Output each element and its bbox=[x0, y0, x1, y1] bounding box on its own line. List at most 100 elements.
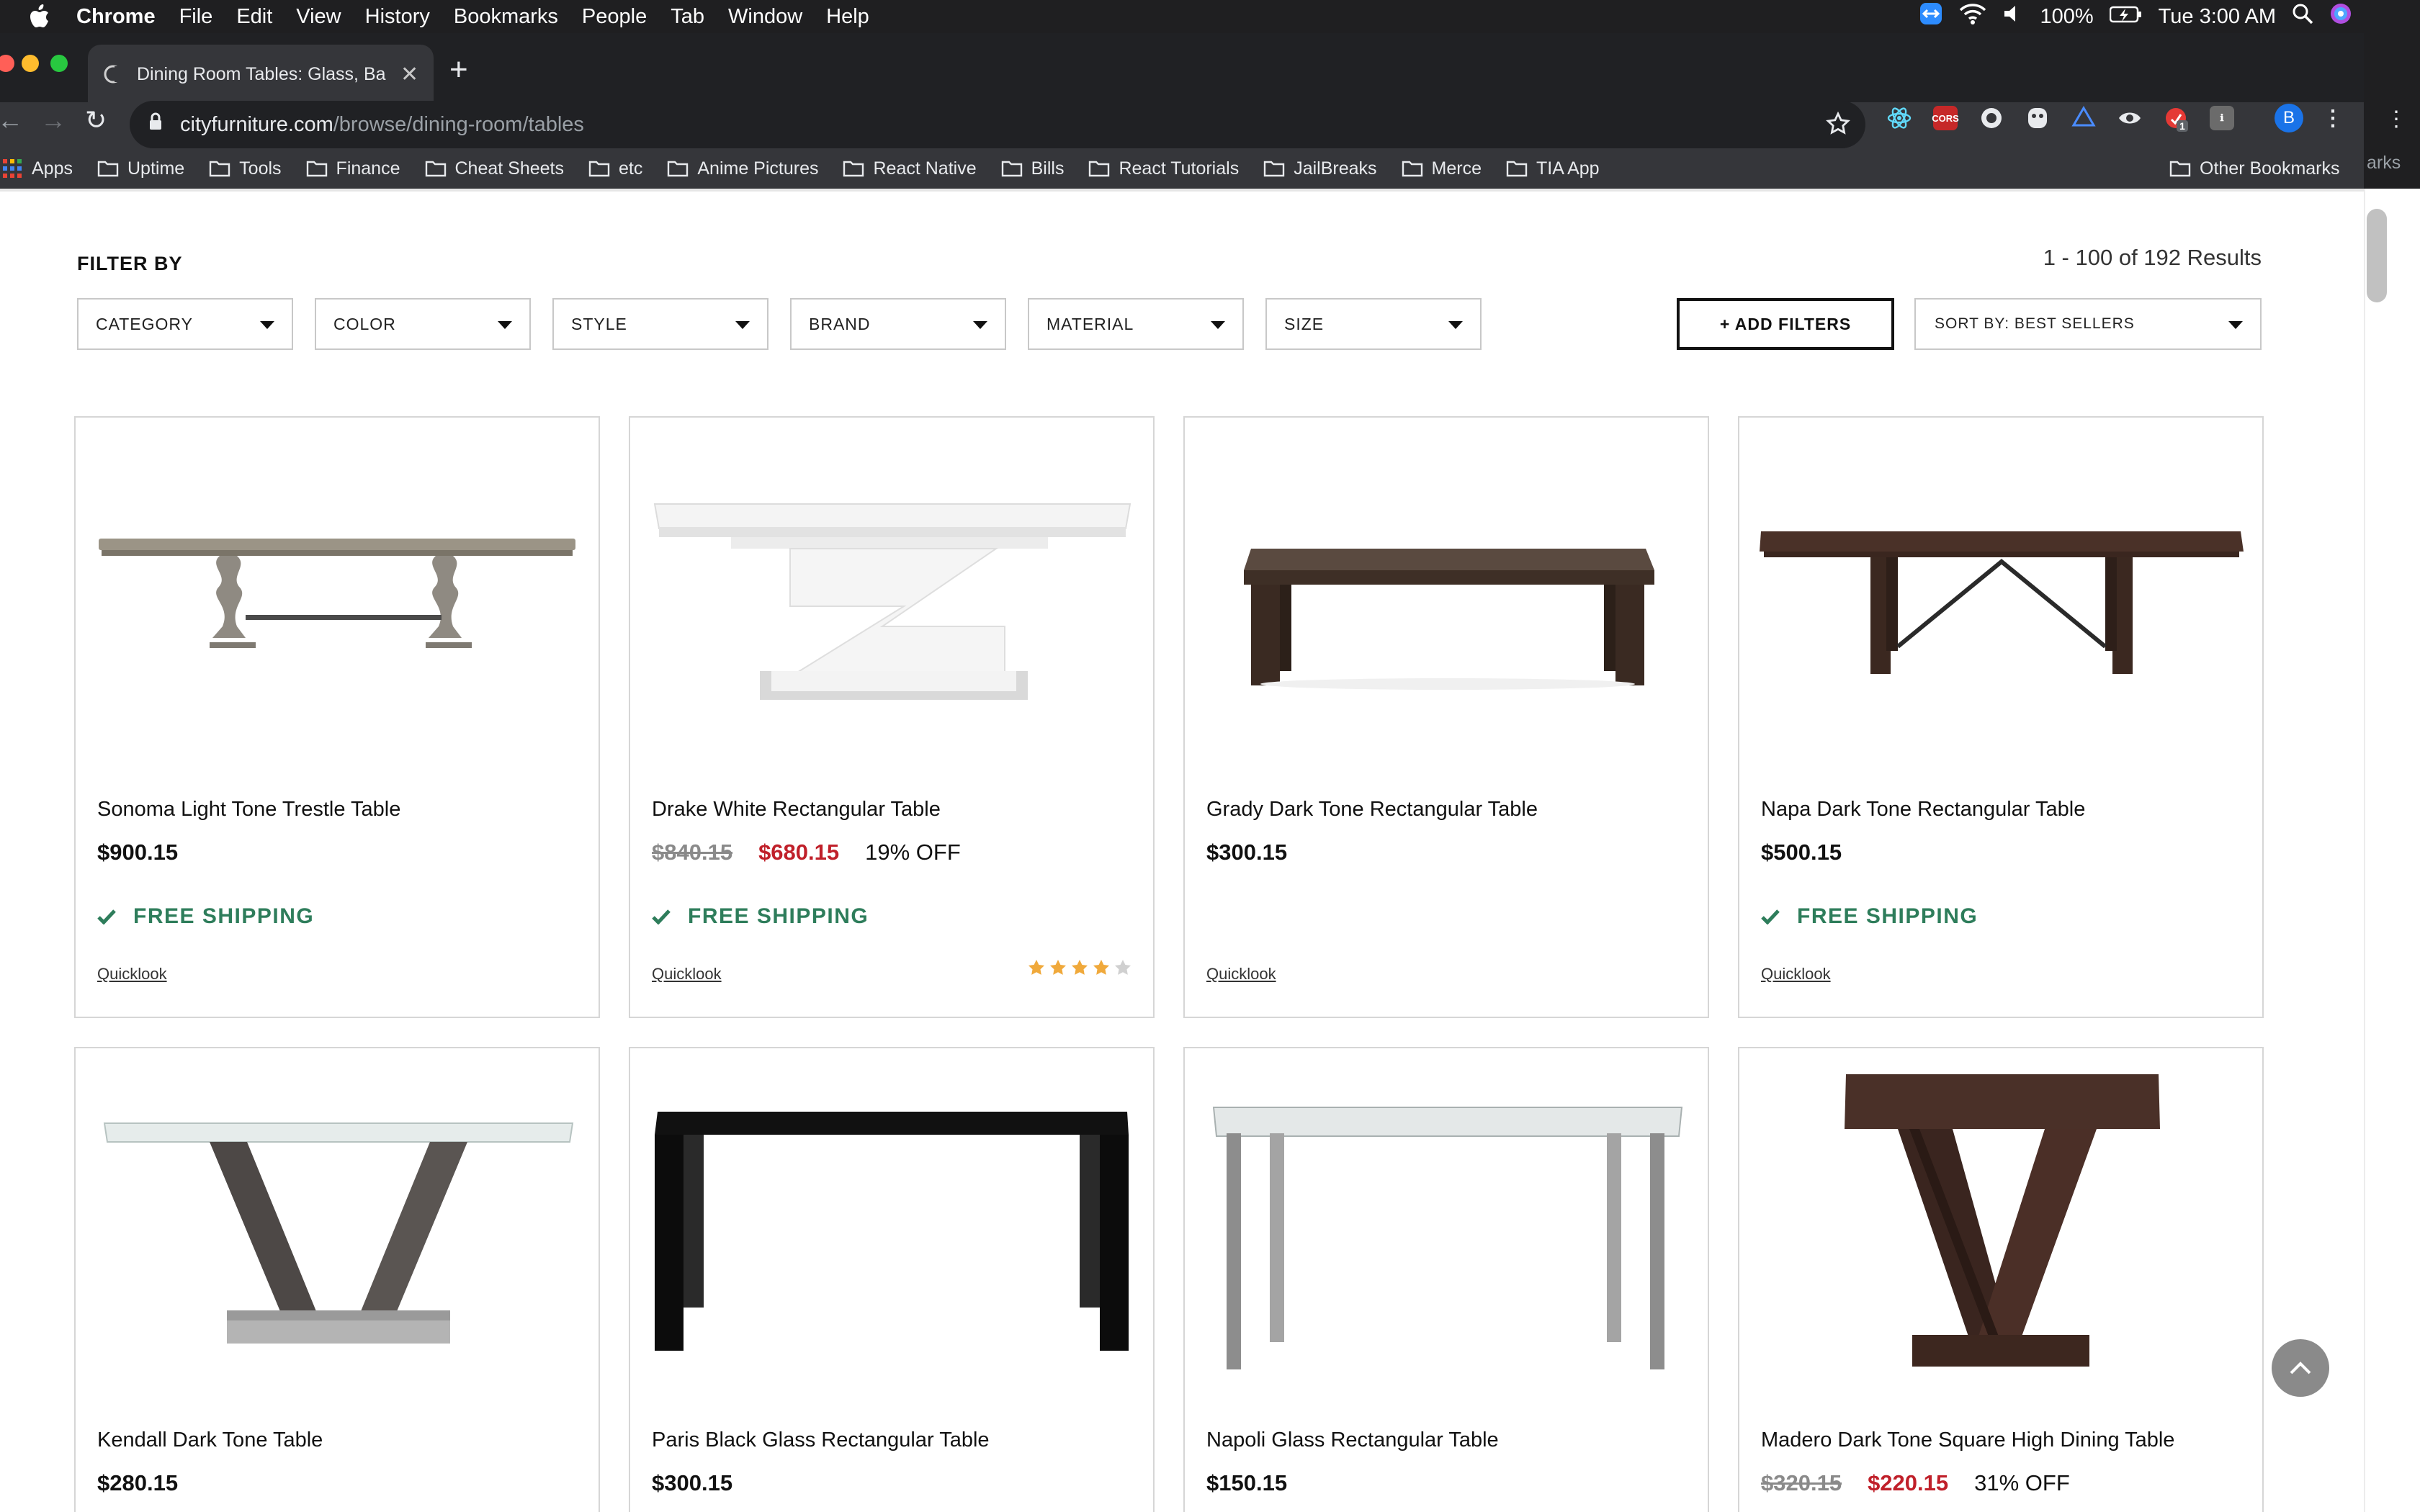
product-image[interactable] bbox=[1739, 418, 2262, 778]
product-card[interactable]: Drake White Rectangular Table $840.15 $6… bbox=[629, 416, 1155, 1018]
menu-history[interactable]: History bbox=[365, 5, 430, 29]
maximize-window-button[interactable] bbox=[50, 55, 68, 72]
bookmark-other-bookmarks[interactable]: Other Bookmarks bbox=[2169, 148, 2340, 189]
menu-help[interactable]: Help bbox=[826, 5, 869, 29]
chrome-menu-icon[interactable]: ⋮ bbox=[2321, 106, 2345, 130]
tab-close-icon[interactable]: ✕ bbox=[400, 62, 418, 87]
price-row: $150.15 bbox=[1206, 1470, 1287, 1496]
rating-stars[interactable] bbox=[1028, 959, 1131, 976]
product-name[interactable]: Kendall Dark Tone Table bbox=[97, 1428, 323, 1452]
product-card[interactable]: Paris Black Glass Rectangular Table $300… bbox=[629, 1047, 1155, 1512]
siri-icon[interactable] bbox=[2329, 2, 2352, 31]
bookmark-folder[interactable]: React Tutorials bbox=[1088, 158, 1239, 179]
scrollbar-thumb[interactable] bbox=[2367, 209, 2387, 302]
product-image[interactable] bbox=[1185, 1048, 1708, 1408]
product-card[interactable]: Madero Dark Tone Square High Dining Tabl… bbox=[1738, 1047, 2264, 1512]
filter-style-dropdown[interactable]: STYLE bbox=[552, 298, 768, 350]
bookmark-folder[interactable]: Tools bbox=[209, 158, 282, 179]
discount-label: 31% OFF bbox=[1974, 1470, 2070, 1495]
product-card[interactable]: Sonoma Light Tone Trestle Table $900.15 … bbox=[74, 416, 600, 1018]
bookmark-folder[interactable]: etc bbox=[588, 158, 642, 179]
bookmark-label: Merce bbox=[1431, 158, 1482, 179]
product-card[interactable]: Grady Dark Tone Rectangular Table $300.1… bbox=[1183, 416, 1709, 1018]
eye-extension-icon[interactable] bbox=[2118, 106, 2142, 130]
menu-tab[interactable]: Tab bbox=[671, 5, 704, 29]
bookmark-label: Cheat Sheets bbox=[454, 158, 565, 179]
tab-active[interactable]: Dining Room Tables: Glass, Ba ✕ bbox=[88, 45, 434, 104]
shield-extension-icon[interactable]: 1 bbox=[2164, 106, 2188, 132]
quicklook-link[interactable]: Quicklook bbox=[1761, 965, 1831, 984]
apple-icon[interactable] bbox=[29, 4, 50, 29]
minimize-window-button[interactable] bbox=[22, 55, 39, 72]
forward-icon[interactable]: → bbox=[40, 105, 66, 135]
quicklook-link[interactable]: Quicklook bbox=[97, 965, 167, 984]
wifi-icon[interactable] bbox=[1959, 3, 1986, 30]
menu-people[interactable]: People bbox=[582, 5, 647, 29]
product-price: $300.15 bbox=[1206, 840, 1288, 865]
add-filters-button[interactable]: + ADD FILTERS bbox=[1677, 298, 1894, 350]
product-name[interactable]: Paris Black Glass Rectangular Table bbox=[652, 1428, 990, 1452]
quicklook-link[interactable]: Quicklook bbox=[652, 965, 722, 984]
product-image[interactable] bbox=[1185, 418, 1708, 778]
bookmark-folder[interactable]: Anime Pictures bbox=[667, 158, 818, 179]
product-name[interactable]: Sonoma Light Tone Trestle Table bbox=[97, 798, 400, 822]
menu-window[interactable]: Window bbox=[728, 5, 802, 29]
page-scrollbar[interactable] bbox=[2364, 189, 2420, 1512]
spotlight-search-icon[interactable] bbox=[2292, 3, 2313, 30]
bookmark-folder[interactable]: Cheat Sheets bbox=[425, 158, 565, 179]
menu-app-chrome[interactable]: Chrome bbox=[76, 5, 156, 29]
extension-circle-icon[interactable] bbox=[1979, 106, 2004, 130]
filter-category-dropdown[interactable]: CATEGORY bbox=[77, 298, 293, 350]
filter-color-dropdown[interactable]: COLOR bbox=[315, 298, 531, 350]
menu-view[interactable]: View bbox=[296, 5, 341, 29]
cors-extension-icon[interactable]: CORS bbox=[1932, 106, 1959, 130]
puzzle-extension-icon[interactable]: ℹ bbox=[2210, 106, 2234, 130]
back-icon[interactable]: ← bbox=[0, 105, 23, 135]
reload-icon[interactable]: ↻ bbox=[85, 105, 107, 135]
menu-edit[interactable]: Edit bbox=[236, 5, 272, 29]
sort-dropdown[interactable]: SORT BY: BEST SELLERS bbox=[1914, 298, 2262, 350]
drive-extension-icon[interactable] bbox=[2071, 106, 2096, 130]
product-name[interactable]: Napa Dark Tone Rectangular Table bbox=[1761, 798, 2085, 822]
bookmark-folder[interactable]: React Native bbox=[843, 158, 977, 179]
menu-bookmarks[interactable]: Bookmarks bbox=[454, 5, 558, 29]
product-image[interactable] bbox=[76, 1048, 599, 1408]
product-name[interactable]: Grady Dark Tone Rectangular Table bbox=[1206, 798, 1538, 822]
product-image[interactable] bbox=[76, 418, 599, 778]
address-bar[interactable]: cityfurniture.com/browse/dining-room/tab… bbox=[130, 101, 1865, 148]
filter-material-dropdown[interactable]: MATERIAL bbox=[1028, 298, 1244, 350]
product-card[interactable]: Kendall Dark Tone Table $280.15 bbox=[74, 1047, 600, 1512]
new-tab-icon[interactable]: + bbox=[449, 52, 468, 88]
bookmark-folder[interactable]: JailBreaks bbox=[1263, 158, 1377, 179]
product-card[interactable]: Napa Dark Tone Rectangular Table $500.15… bbox=[1738, 416, 2264, 1018]
product-name[interactable]: Napoli Glass Rectangular Table bbox=[1206, 1428, 1499, 1452]
battery-icon[interactable] bbox=[2109, 5, 2143, 29]
bookmark-folder[interactable]: Uptime bbox=[97, 158, 184, 179]
chrome-menu-icon[interactable]: ⋮ bbox=[2385, 107, 2407, 132]
quicklook-link[interactable]: Quicklook bbox=[1206, 965, 1276, 984]
caret-down-icon bbox=[260, 321, 274, 329]
bookmark-folder[interactable]: Merce bbox=[1402, 158, 1482, 179]
volume-icon[interactable] bbox=[2002, 3, 2024, 30]
bookmark-star-icon[interactable] bbox=[1825, 111, 1851, 143]
product-name[interactable]: Drake White Rectangular Table bbox=[652, 798, 941, 822]
product-image[interactable] bbox=[630, 1048, 1153, 1408]
bookmark-folder[interactable]: TIA App bbox=[1506, 158, 1600, 179]
product-image[interactable] bbox=[630, 418, 1153, 778]
ghost-extension-icon[interactable] bbox=[2025, 106, 2050, 130]
bookmark-apps[interactable]: Apps bbox=[3, 158, 73, 179]
menu-file[interactable]: File bbox=[179, 5, 213, 29]
teamviewer-icon[interactable] bbox=[1919, 1, 1943, 32]
filter-size-dropdown[interactable]: SIZE bbox=[1265, 298, 1482, 350]
bookmark-folder[interactable]: Finance bbox=[306, 158, 400, 179]
scroll-to-top-button[interactable] bbox=[2272, 1339, 2329, 1397]
product-card[interactable]: Napoli Glass Rectangular Table $150.15 bbox=[1183, 1047, 1709, 1512]
react-devtools-icon[interactable] bbox=[1887, 106, 1912, 130]
filter-brand-dropdown[interactable]: BRAND bbox=[790, 298, 1006, 350]
product-image[interactable] bbox=[1739, 1048, 2262, 1408]
product-name[interactable]: Madero Dark Tone Square High Dining Tabl… bbox=[1761, 1428, 2174, 1452]
bookmark-folder[interactable]: Bills bbox=[1001, 158, 1064, 179]
menubar-clock[interactable]: Tue 3:00 AM bbox=[2159, 5, 2276, 29]
lock-icon[interactable] bbox=[148, 112, 163, 137]
profile-avatar[interactable]: B bbox=[2275, 104, 2303, 132]
